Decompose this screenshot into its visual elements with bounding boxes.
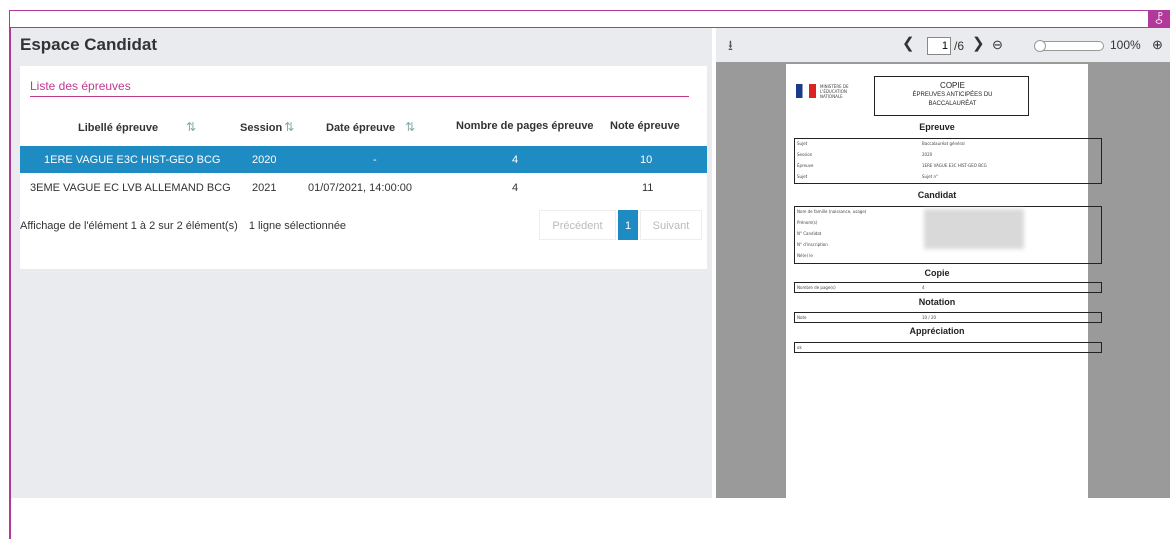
copie-value: 4 bbox=[922, 285, 925, 290]
top-bar: ⯛ bbox=[9, 10, 1170, 28]
section-candidat: Candidat bbox=[917, 190, 957, 200]
column-header-date[interactable]: Date épreuve ⇅ bbox=[326, 120, 415, 134]
section-notation: Notation bbox=[918, 297, 956, 307]
redacted-candidate-info bbox=[924, 209, 1024, 249]
copie-title: COPIE bbox=[940, 81, 965, 90]
chevron-right-icon[interactable]: ❯ bbox=[972, 34, 985, 52]
marianne-logo bbox=[796, 84, 816, 98]
previous-page-button[interactable]: Précédent bbox=[539, 210, 616, 240]
sort-icon[interactable]: ⇅ bbox=[284, 120, 294, 134]
next-page-button[interactable]: Suivant bbox=[640, 210, 702, 240]
column-header-pages[interactable]: Nombre de pages épreuve bbox=[456, 120, 594, 132]
title-divider bbox=[30, 96, 689, 97]
appreciation-value: ok bbox=[797, 345, 802, 350]
list-title: Liste des épreuves bbox=[30, 79, 131, 93]
ministry-label: MINISTÈRE DE L'ÉDUCATION NATIONALE bbox=[820, 84, 849, 99]
zoom-in-icon[interactable]: ⊕ bbox=[1152, 37, 1163, 53]
copie-header-box: COPIE ÉPREUVES ANTICIPÉES DU BACCALAURÉA… bbox=[874, 76, 1029, 116]
candidat-row-label: N° d'inscription bbox=[797, 242, 828, 247]
cell-libelle: 3EME VAGUE EC LVB ALLEMAND BCG bbox=[30, 182, 231, 194]
download-icon[interactable]: ⭳ bbox=[728, 35, 733, 59]
sort-icon[interactable]: ⇅ bbox=[186, 120, 196, 134]
section-appreciation: Appréciation bbox=[909, 326, 965, 336]
cell-libelle: 1ERE VAGUE E3C HIST-GEO BCG bbox=[44, 154, 221, 166]
note-label: Note bbox=[797, 315, 807, 320]
epreuves-card: Liste des épreuves Libellé épreuve ⇅ Sess… bbox=[20, 66, 707, 269]
column-header-session[interactable]: Session ⇅ bbox=[240, 120, 294, 134]
copie-table bbox=[794, 282, 1102, 293]
chevron-left-icon[interactable]: ❮ bbox=[902, 34, 915, 52]
cell-pages: 4 bbox=[512, 154, 519, 166]
column-header-libelle[interactable]: Libellé épreuve ⇅ bbox=[78, 120, 196, 134]
epreuve-row-value: 1ERE VAGUE E3C HIST-GEO BCG bbox=[922, 163, 987, 168]
copie-sub2: BACCALAURÉAT bbox=[928, 101, 977, 107]
page-number-input[interactable]: 1 bbox=[927, 37, 951, 55]
epreuve-row-label: Sujet bbox=[797, 141, 808, 146]
viewer-toolbar: ⭳ ❮ 1 /6 ❯ ⊖ 100% ⊕ bbox=[716, 28, 1170, 62]
candidat-row-label: Né(e) le bbox=[797, 253, 813, 258]
column-header-note[interactable]: Note épreuve bbox=[610, 120, 680, 132]
page-title: Espace Candidat bbox=[20, 35, 157, 54]
candidate-panel: Espace Candidat Liste des épreuves Libel… bbox=[11, 28, 712, 498]
epreuve-row-label: Épreuve bbox=[797, 163, 814, 168]
zoom-value: 100% bbox=[1110, 38, 1141, 52]
cell-session: 2020 bbox=[252, 154, 277, 166]
epreuve-row-value: Sujet n° bbox=[922, 174, 939, 179]
notation-table bbox=[794, 312, 1102, 323]
zoom-slider-knob[interactable] bbox=[1034, 40, 1046, 52]
epreuve-row-value: Baccalauréat général bbox=[922, 141, 965, 146]
epreuve-row-label: Sujet bbox=[797, 174, 808, 179]
table-row[interactable]: 1ERE VAGUE E3C HIST-GEO BCG 2020 - 4 10 bbox=[20, 146, 707, 173]
zoom-out-icon[interactable]: ⊖ bbox=[992, 37, 1003, 53]
epreuve-row-label: Session bbox=[797, 152, 813, 157]
candidat-row-label: Prénom(s) bbox=[797, 220, 818, 225]
cell-date: 01/07/2021, 14:00:00 bbox=[308, 182, 412, 194]
cell-note: 11 bbox=[642, 182, 654, 194]
cell-pages: 4 bbox=[512, 182, 519, 194]
table-info: Affichage de l'élément 1 à 2 sur 2 éléme… bbox=[20, 220, 347, 232]
sort-icon[interactable]: ⇅ bbox=[405, 120, 415, 134]
appreciation-box bbox=[794, 342, 1102, 353]
collapse-toggle-icon[interactable]: ⯛ bbox=[1148, 10, 1170, 28]
zoom-slider[interactable] bbox=[1034, 40, 1104, 52]
cell-note: 10 bbox=[640, 154, 653, 166]
epreuve-row-value: 2020 bbox=[922, 152, 933, 157]
cell-date: - bbox=[373, 154, 377, 166]
section-epreuve: Epreuve bbox=[919, 122, 955, 132]
page-1-button[interactable]: 1 bbox=[618, 210, 638, 240]
page-total: /6 bbox=[954, 39, 965, 53]
copie-label: Nombre de page(s) bbox=[797, 285, 836, 290]
pdf-viewer: ⭳ ❮ 1 /6 ❯ ⊖ 100% ⊕ MINISTÈRE DE L'ÉDUCA… bbox=[716, 28, 1170, 498]
note-value: 10 / 20 bbox=[922, 315, 937, 320]
table-row[interactable]: 3EME VAGUE EC LVB ALLEMAND BCG 2021 01/0… bbox=[20, 174, 707, 201]
app-frame: ⯛ Espace Candidat Liste des épreuves Lib… bbox=[0, 0, 1170, 539]
pdf-page: MINISTÈRE DE L'ÉDUCATION NATIONALE COPIE… bbox=[786, 64, 1102, 498]
copie-sub1: ÉPREUVES ANTICIPÉES DU bbox=[912, 92, 993, 98]
cell-session: 2021 bbox=[252, 182, 277, 194]
section-copie: Copie bbox=[924, 268, 950, 278]
candidat-row-label: Nom de famille (naissance, usage) bbox=[797, 209, 867, 214]
candidat-row-label: N° Candidat bbox=[797, 231, 822, 236]
selection-info: 1 ligne sélectionnée bbox=[248, 220, 347, 232]
